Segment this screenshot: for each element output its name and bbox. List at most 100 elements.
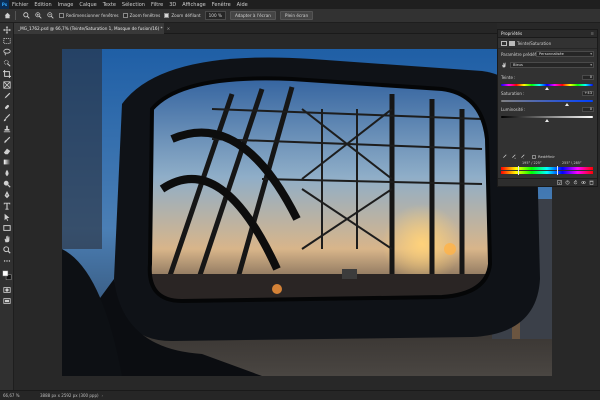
type-tool-icon[interactable] — [2, 201, 12, 210]
status-bar: 66,67 % 3888 px x 2592 px (300 ppp) › — [0, 390, 600, 400]
document-tab[interactable]: _MG_1762.psd @ 66,7% (Teinte/Saturation … — [14, 23, 170, 34]
svg-text:+: + — [514, 156, 516, 159]
fill-screen-button[interactable]: Plein écran — [279, 11, 314, 20]
menu-filter[interactable]: Filtre — [148, 2, 166, 8]
menu-image[interactable]: Image — [55, 2, 77, 8]
move-tool-icon[interactable] — [2, 25, 12, 34]
properties-footer — [498, 178, 597, 186]
fit-screen-button[interactable]: Adapter à l'écran — [229, 11, 276, 20]
menu-edit[interactable]: Edition — [31, 2, 54, 8]
scrubby-zoom-checkbox[interactable]: Zoom défilant — [164, 13, 201, 18]
menu-type[interactable]: Texte — [100, 2, 119, 8]
properties-panel-title: Propriétés — [501, 31, 523, 36]
path-selection-tool-icon[interactable] — [2, 212, 12, 221]
marquee-tool-icon[interactable] — [2, 36, 12, 45]
menu-file[interactable]: Fichier — [9, 2, 31, 8]
preset-dropdown[interactable]: Personnalisée ▾ — [536, 51, 594, 57]
eyedropper-icon[interactable] — [501, 153, 507, 159]
saturation-value-field[interactable]: +43 — [582, 91, 594, 96]
quick-mask-icon[interactable] — [2, 285, 12, 294]
quick-selection-tool-icon[interactable] — [2, 58, 12, 67]
frame-tool-icon[interactable] — [2, 80, 12, 89]
saturation-slider[interactable] — [501, 100, 593, 102]
menu-select[interactable]: Sélection — [119, 2, 148, 8]
visibility-icon[interactable] — [581, 180, 586, 185]
clone-stamp-tool-icon[interactable] — [2, 124, 12, 133]
zoom-all-windows-checkbox[interactable]: Zoom fenêtres — [122, 13, 161, 18]
checkbox-box — [532, 154, 536, 159]
scrubby-zoom-label: Zoom défilant — [171, 13, 201, 18]
blur-tool-icon[interactable] — [2, 168, 12, 177]
range-left-label: 195° / 225° — [522, 161, 542, 165]
panel-menu-icon[interactable]: ≡ — [590, 31, 594, 36]
screen-mode-icon[interactable] — [2, 296, 12, 305]
pen-tool-icon[interactable] — [2, 190, 12, 199]
more-tools-icon[interactable] — [2, 256, 12, 265]
divider — [15, 11, 16, 20]
clip-icon[interactable] — [557, 180, 562, 185]
colorize-checkbox[interactable]: Redéfinir — [532, 154, 555, 159]
colorize-label: Redéfinir — [538, 154, 555, 159]
brush-tool-icon[interactable] — [2, 113, 12, 122]
menu-3d[interactable]: 3D — [166, 2, 179, 8]
zoom-in-icon[interactable] — [34, 11, 43, 20]
zoom-tool-sidebar-icon[interactable] — [2, 245, 12, 254]
svg-text:-: - — [523, 157, 524, 159]
document-image[interactable] — [62, 49, 552, 376]
eyedropper-tool-icon[interactable] — [2, 91, 12, 100]
color-swatches-icon[interactable] — [2, 268, 12, 282]
eraser-tool-icon[interactable] — [2, 146, 12, 155]
gradient-tool-icon[interactable] — [2, 157, 12, 166]
menu-view[interactable]: Affichage — [179, 2, 209, 8]
status-zoom[interactable]: 66,67 % — [0, 393, 26, 398]
hue-label: Teinte : — [501, 75, 516, 80]
trash-icon[interactable] — [589, 180, 594, 185]
previous-state-icon[interactable] — [565, 180, 570, 185]
rectangle-tool-icon[interactable] — [2, 223, 12, 232]
zoom-out-icon[interactable] — [46, 11, 55, 20]
saturation-label: Saturation : — [501, 91, 525, 96]
lightness-label: Luminosité : — [501, 107, 526, 112]
close-icon[interactable]: × — [167, 26, 171, 31]
chevron-down-icon: ▾ — [590, 52, 592, 56]
hue-slider-thumb[interactable] — [545, 87, 549, 90]
zoom-value-field[interactable]: 100 % — [204, 11, 226, 20]
lightness-slider-thumb[interactable] — [545, 119, 549, 122]
lasso-tool-icon[interactable] — [2, 47, 12, 56]
adjustment-name: Teinte/Saturation — [517, 40, 552, 46]
lightness-slider[interactable] — [501, 116, 593, 118]
mask-icon[interactable] — [509, 40, 515, 46]
document-tab-bar: _MG_1762.psd @ 66,7% (Teinte/Saturation … — [14, 23, 497, 34]
menu-help[interactable]: Aide — [234, 2, 251, 8]
saturation-slider-thumb[interactable] — [565, 103, 570, 106]
properties-panel-header: Propriétés ≡ — [498, 30, 597, 38]
history-brush-tool-icon[interactable] — [2, 135, 12, 144]
channel-dropdown[interactable]: Bleus ▾ — [510, 62, 594, 68]
dodge-tool-icon[interactable] — [2, 179, 12, 188]
chevron-right-icon[interactable]: › — [102, 393, 104, 398]
menu-layer[interactable]: Calque — [76, 2, 99, 8]
on-image-adjust-icon[interactable] — [501, 62, 507, 68]
resize-windows-checkbox[interactable]: Redimensionner fenêtres — [59, 13, 119, 18]
crop-tool-icon[interactable] — [2, 69, 12, 78]
checkbox-box — [122, 13, 128, 18]
bridge-mirror-photo — [62, 49, 552, 376]
hue-value-field[interactable]: 0 — [582, 75, 594, 80]
eyedropper-plus-icon[interactable]: + — [510, 153, 516, 159]
healing-brush-tool-icon[interactable] — [2, 102, 12, 111]
hue-range-selector[interactable] — [518, 166, 558, 175]
status-doc-info: 3888 px x 2592 px (300 ppp) — [40, 393, 99, 398]
hue-slider[interactable] — [501, 84, 593, 86]
eyedropper-minus-icon[interactable]: - — [519, 153, 525, 159]
adjustment-header: Teinte/Saturation — [498, 38, 597, 49]
zoom-all-label: Zoom fenêtres — [129, 13, 161, 18]
menu-window[interactable]: Fenêtre — [209, 2, 234, 8]
reset-icon[interactable] — [573, 180, 578, 185]
home-icon[interactable] — [3, 11, 12, 20]
menu-bar: Ps Fichier Edition Image Calque Texte Sé… — [0, 0, 600, 9]
properties-panel: Propriétés ≡ Teinte/Saturation Paramètre… — [497, 29, 598, 187]
document-tab-title: _MG_1762.psd @ 66,7% (Teinte/Saturation … — [18, 26, 163, 31]
lightness-value-field[interactable]: 0 — [582, 107, 594, 112]
zoom-tool-icon[interactable] — [22, 11, 31, 20]
hand-tool-icon[interactable] — [2, 234, 12, 243]
